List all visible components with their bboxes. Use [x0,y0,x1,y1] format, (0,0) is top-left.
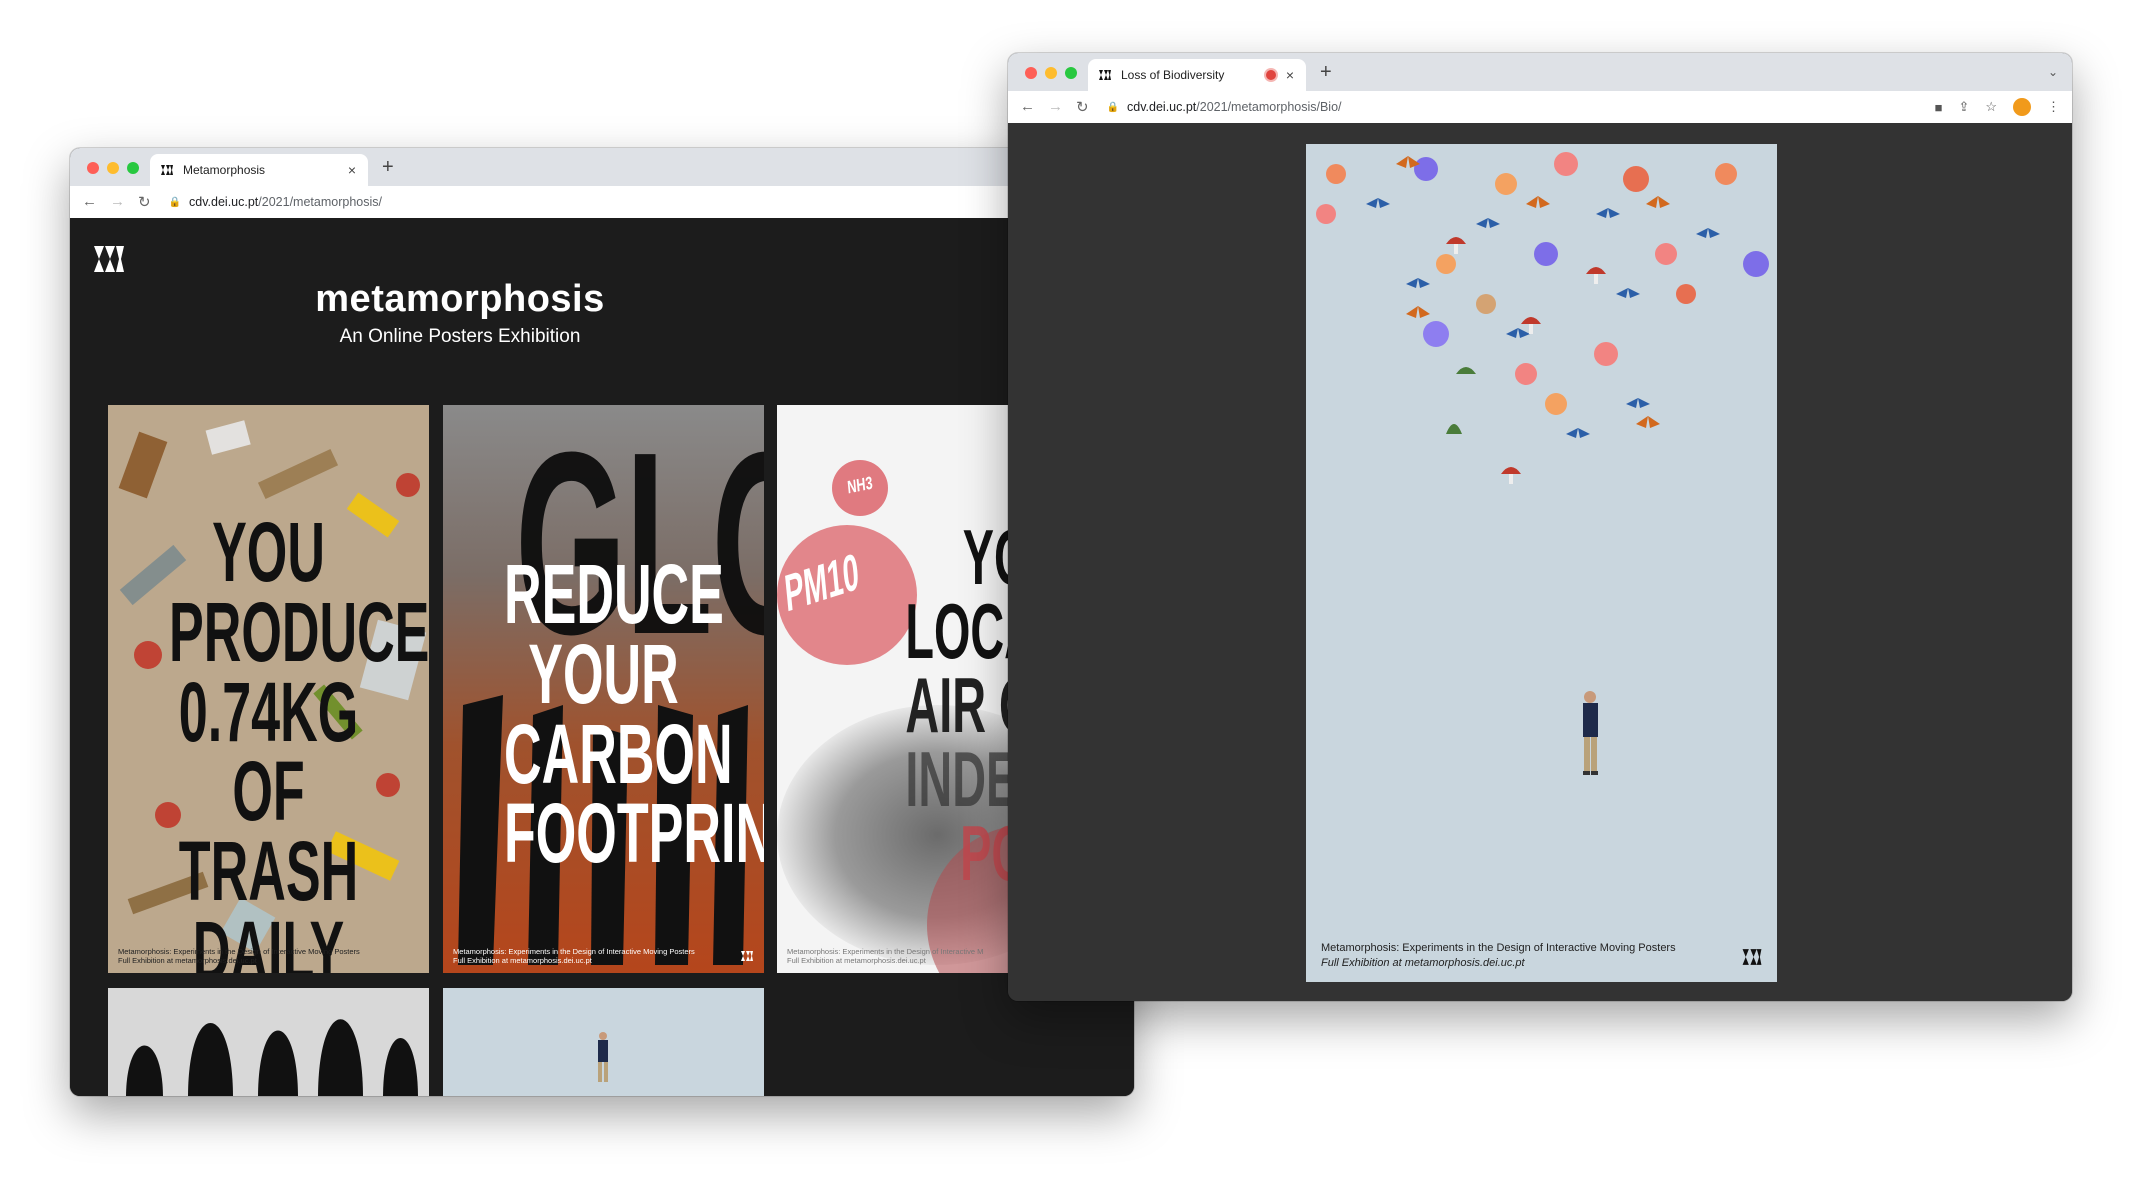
headline-line: YOU [212,505,325,599]
maximize-window-button[interactable] [127,162,139,174]
footer-line: Full Exhibition at metamorphosis.dei.uc.… [787,956,926,965]
new-tab-button[interactable]: + [1320,61,1332,84]
poster-partial-halftone[interactable] [108,988,429,1096]
tab-close-icon[interactable]: × [348,162,356,178]
footer-line: Metamorphosis: Experiments in the Design… [787,947,984,956]
back-arrow-icon[interactable]: ← [1020,98,1035,116]
tab-metamorphosis[interactable]: Metamorphosis × [150,154,368,186]
site-title: metamorphosis [315,278,605,320]
poster-carbon[interactable]: GLOBAL REDUCE YOUR CARBON FOOTPRINT Meta… [443,405,764,973]
standing-man-image [1583,691,1598,775]
camera-icon[interactable]: ■ [1935,100,1943,115]
exhibition-page: metamorphosis An Online Posters Exhibiti… [70,218,1134,1096]
url-host: cdv.dei.uc.pt [189,195,259,209]
close-window-button[interactable] [87,162,99,174]
poster-headline: YOU PRODUCE 0.74KG OF TRASH DAILY [168,505,429,973]
tab-bar: Metamorphosis × + [70,148,1134,186]
headline-line: PRODUCE [168,584,429,679]
headline-line: 0.74KG OF [178,664,359,839]
footer-line: Full Exhibition at metamorphosis.dei.uc.… [118,956,257,965]
footer-line: Metamorphosis: Experiments in the Design… [453,947,695,956]
close-window-button[interactable] [1025,67,1037,79]
footer-line: Full Exhibition at metamorphosis.dei.uc.… [1321,956,1525,969]
lock-icon: 🔒 [168,196,182,208]
headline-line: TRASH [178,824,359,919]
browser-window-biodiversity: Loss of Biodiversity × + ⌄ ← → ↻ 🔒 cdv.d… [1008,53,2072,1001]
halftone-shapes-image [108,988,429,1096]
share-icon[interactable]: ⇪ [1958,99,1969,115]
metamorphosis-mark-icon [741,951,753,961]
headline-line: FOOTPRINT [503,786,764,881]
tab-loss-of-biodiversity[interactable]: Loss of Biodiversity × [1088,59,1306,91]
tab-search-chevron-icon[interactable]: ⌄ [2048,65,2058,79]
poster-headline: REDUCE YOUR CARBON FOOTPRINT [503,547,764,881]
headline-line: REDUCE [503,547,724,641]
tab-title: Loss of Biodiversity [1121,68,1225,82]
poster-footer: Metamorphosis: Experiments in the Design… [453,947,695,965]
url-path: /2021/metamorphosis/ [258,195,382,209]
poster-footer: Metamorphosis: Experiments in the Design… [118,947,360,965]
tab-close-icon[interactable]: × [1286,67,1294,83]
reload-icon[interactable]: ↻ [138,193,151,211]
address-bar[interactable]: 🔒 cdv.dei.uc.pt/2021/metamorphosis/Bio/ [1107,100,1342,114]
url-host: cdv.dei.uc.pt [1127,100,1197,114]
poster-loss-of-biodiversity[interactable]: Metamorphosis: Experiments in the Design… [1306,144,1777,982]
footer-line: Full Exhibition at metamorphosis.dei.uc.… [453,956,592,965]
lock-icon: 🔒 [1106,101,1120,113]
maximize-window-button[interactable] [1065,67,1077,79]
headline-line: CARBON [503,706,733,801]
recording-indicator-icon [1265,70,1276,80]
reload-icon[interactable]: ↻ [1076,98,1089,116]
back-arrow-icon[interactable]: ← [82,193,97,211]
headline-line: YOUR [528,626,679,721]
window-controls [1025,67,1077,79]
url-path: /2021/metamorphosis/Bio/ [1196,100,1342,114]
poster-trash[interactable]: YOU PRODUCE 0.74KG OF TRASH DAILY Metamo… [108,405,429,973]
standing-man-image [598,1032,608,1082]
tab-title: Metamorphosis [183,163,266,177]
footer-line: Metamorphosis: Experiments in the Design… [1321,942,1676,955]
window-controls [87,162,139,174]
new-tab-button[interactable]: + [382,156,394,179]
address-bar[interactable]: 🔒 cdv.dei.uc.pt/2021/metamorphosis/ [169,195,382,209]
biodiversity-page: Metamorphosis: Experiments in the Design… [1008,123,2072,1001]
footer-line: Metamorphosis: Experiments in the Design… [118,947,360,956]
minimize-window-button[interactable] [1045,67,1057,79]
metamorphosis-logo-icon[interactable] [92,242,126,276]
metamorphosis-favicon-icon [161,165,173,175]
minimize-window-button[interactable] [107,162,119,174]
forward-arrow-icon[interactable]: → [110,193,125,211]
poster-footer: Metamorphosis: Experiments in the Design… [1321,941,1676,970]
species-swarm-image [1316,152,1769,484]
more-menu-icon[interactable]: ⋮ [2047,99,2060,115]
profile-avatar[interactable] [2013,98,2031,116]
browser-window-metamorphosis: Metamorphosis × + ← → ↻ 🔒 cdv.dei.uc.pt /… [70,148,1134,1096]
address-toolbar: ← → ↻ 🔒 cdv.dei.uc.pt/2021/metamorphosis… [70,186,1134,219]
metamorphosis-mark-icon [1742,949,1762,965]
forward-arrow-icon[interactable]: → [1048,98,1063,116]
bookmark-star-icon[interactable]: ☆ [1985,99,1997,115]
poster-partial-biodiversity[interactable] [443,988,764,1096]
site-subtitle: An Online Posters Exhibition [339,326,581,347]
metamorphosis-favicon-icon [1099,70,1111,80]
address-toolbar: ← → ↻ 🔒 cdv.dei.uc.pt/2021/metamorphosis… [1008,91,2072,124]
poster-footer: Metamorphosis: Experiments in the Design… [787,947,983,965]
tab-bar: Loss of Biodiversity × + ⌄ [1008,53,2072,91]
